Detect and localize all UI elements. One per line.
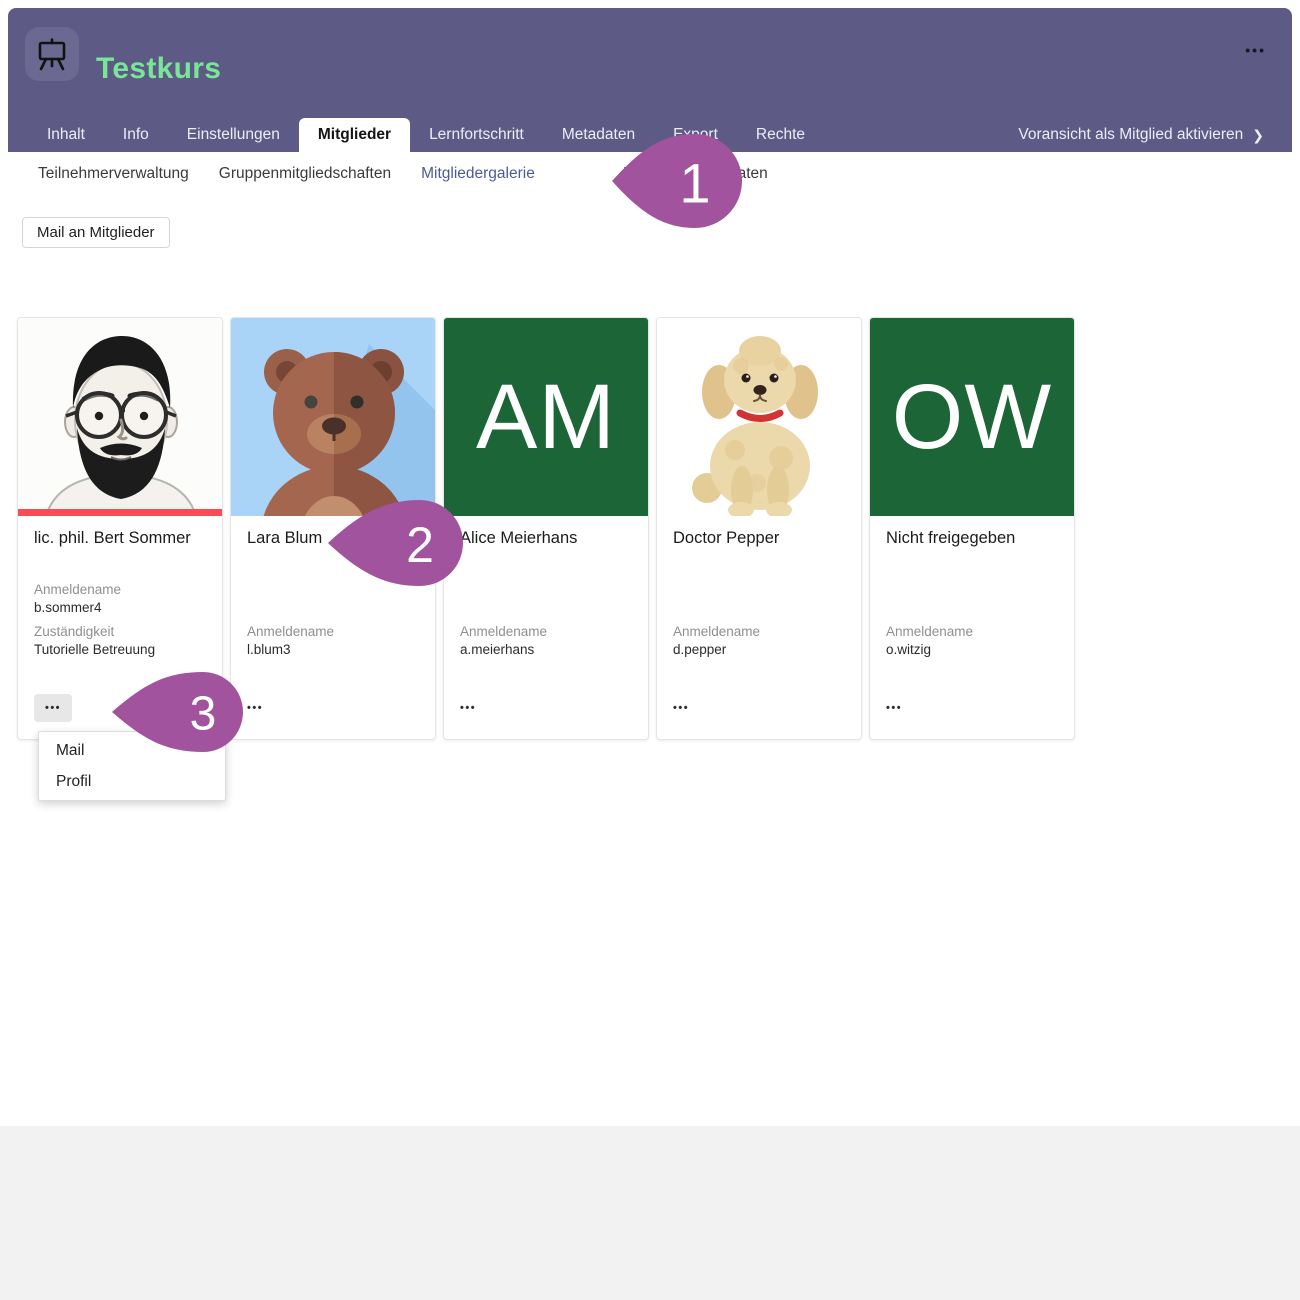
member-more-button[interactable]: ••• [460,694,476,722]
course-icon-tile [25,27,79,81]
menu-item-profil[interactable]: Profil [39,766,225,797]
tab-metadaten[interactable]: Metadaten [543,118,654,152]
tab-mitglieder[interactable]: Mitglieder [299,118,410,152]
initials-text: AM [476,365,616,470]
login-value: l.blum3 [247,642,419,657]
login-label: Anmeldename [460,624,632,639]
member-more-button[interactable]: ••• [34,694,72,722]
subnav-teilnehmendendaten[interactable]: Teilnehmendendaten [624,165,768,183]
login-label: Anmeldename [34,582,206,597]
member-avatar-poodle [657,318,861,516]
preview-as-member-label: Voransicht als Mitglied aktivieren [1018,126,1243,144]
ellipsis-icon: ••• [247,702,263,714]
role-underline [18,509,222,516]
member-name: Lara Blum [247,529,419,548]
member-name: Nicht freigegeben [886,529,1058,548]
member-context-menu: Mail Profil [38,731,226,801]
member-fields: Anmeldename d.pepper [673,615,845,657]
member-more-button[interactable]: ••• [673,694,689,722]
initials-text: OW [892,365,1052,470]
member-card-bert-sommer: lic. phil. Bert Sommer Anmeldename b.som… [17,317,223,740]
login-value: a.meierhans [460,642,632,657]
menu-item-mail[interactable]: Mail [39,735,225,766]
login-value: d.pepper [673,642,845,657]
login-label: Anmeldename [247,624,419,639]
subnav-gruppenmitgliedschaften[interactable]: Gruppenmitgliedschaften [219,165,391,183]
ellipsis-icon: ••• [45,702,61,714]
member-card-lara-blum: Lara Blum Anmeldename l.blum3 ••• [230,317,436,740]
login-label: Anmeldename [886,624,1058,639]
member-card-nicht-freigegeben: OW Nicht freigegeben Anmeldename o.witzi… [869,317,1075,740]
chevron-right-icon: ❯ [1252,127,1264,144]
role-value: Tutorielle Betreuung [34,642,206,657]
footer-band [0,1126,1300,1300]
member-fields: Anmeldename a.meierhans [460,615,632,657]
role-label: Zuständigkeit [34,624,206,639]
member-more-button[interactable]: ••• [247,694,263,722]
login-value: b.sommer4 [34,600,206,615]
header-more-icon[interactable]: ••• [1245,42,1266,58]
member-avatar-initials: AM [444,318,648,516]
member-avatar-initials: OW [870,318,1074,516]
preview-as-member-action[interactable]: Voransicht als Mitglied aktivieren ❯ [1018,118,1292,152]
subnav-teilnehmerverwaltung[interactable]: Teilnehmerverwaltung [38,165,189,183]
ellipsis-icon: ••• [886,702,902,714]
tab-export[interactable]: Export [654,118,737,152]
member-card-grid: lic. phil. Bert Sommer Anmeldename b.som… [17,317,1075,740]
mail-to-members-button[interactable]: Mail an Mitglieder [22,217,170,248]
login-value: o.witzig [886,642,1058,657]
tab-lernfortschritt[interactable]: Lernfortschritt [410,118,543,152]
member-gallery-page: Testkurs ••• Inhalt Info Einstellungen M… [0,0,1300,1300]
member-card-alice-meierhans: AM Alice Meierhans Anmeldename a.meierha… [443,317,649,740]
subnav-mitgliedergalerie[interactable]: Mitgliedergalerie [421,165,535,183]
member-portrait-sketch [18,318,222,516]
ellipsis-icon: ••• [460,702,476,714]
tab-rechte[interactable]: Rechte [737,118,824,152]
course-title: Testkurs [96,52,221,86]
member-fields: Anmeldename l.blum3 [247,615,419,657]
login-label: Anmeldename [673,624,845,639]
tab-info[interactable]: Info [104,118,168,152]
member-avatar-bear [231,318,435,516]
member-more-button[interactable]: ••• [886,694,902,722]
member-card-doctor-pepper: Doctor Pepper Anmeldename d.pepper ••• [656,317,862,740]
easel-icon [34,36,70,72]
tab-einstellungen[interactable]: Einstellungen [168,118,299,152]
members-subnav: Teilnehmerverwaltung Gruppenmitgliedscha… [38,161,768,187]
ellipsis-icon: ••• [673,702,689,714]
member-fields: Anmeldename o.witzig [886,615,1058,657]
course-header: Testkurs ••• Inhalt Info Einstellungen M… [8,8,1292,152]
tab-inhalt[interactable]: Inhalt [28,118,104,152]
course-tab-bar: Inhalt Info Einstellungen Mitglieder Ler… [8,118,1292,152]
member-name: Doctor Pepper [673,529,845,548]
member-name: Alice Meierhans [460,529,632,548]
member-name: lic. phil. Bert Sommer [34,529,206,548]
member-fields: Anmeldename b.sommer4 Zuständigkeit Tuto… [34,573,206,657]
